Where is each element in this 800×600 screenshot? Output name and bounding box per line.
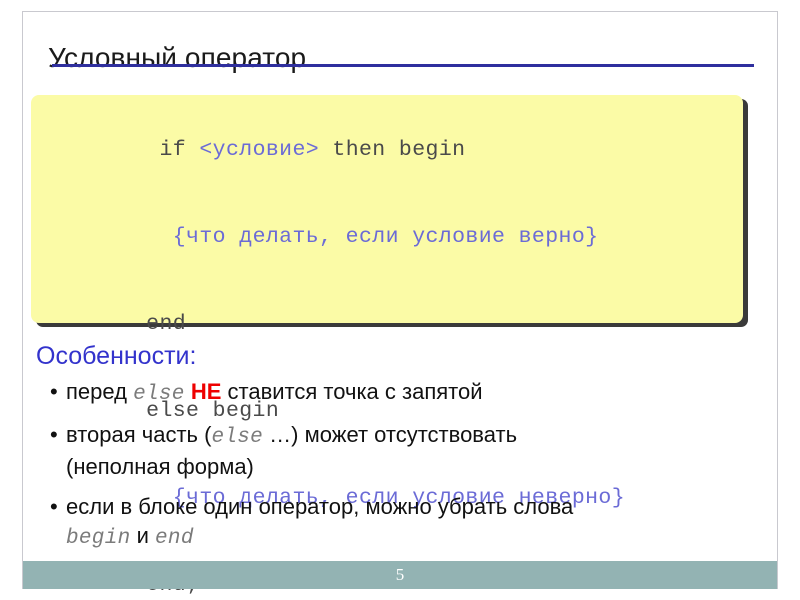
- bullet-text-part2: ставится точка с запятой: [227, 379, 483, 404]
- bullet-emphasis-ne: НЕ: [184, 379, 228, 404]
- code-keyword: if: [159, 138, 200, 162]
- footer-bar: 5: [23, 561, 777, 589]
- list-item: • перед else НЕ ставится точка с запятой: [36, 377, 748, 410]
- list-item: • если в блоке один оператор, можно убрат…: [36, 492, 748, 554]
- slide: Условный оператор if <условие> then begi…: [0, 0, 800, 600]
- bullet-code-end: end: [155, 527, 194, 550]
- page-number: 5: [395, 565, 405, 584]
- code-comment: {что делать, если условие верно}: [172, 225, 599, 249]
- bullet-continuation: (неполная форма): [66, 454, 254, 479]
- page-title: Условный оператор: [48, 41, 307, 73]
- bullet-code-else: else: [133, 383, 185, 406]
- bullet-marker: •: [50, 493, 58, 519]
- bullet-text-part1: если в блоке один оператор, можно убрать…: [66, 493, 574, 519]
- bullet-text-part1: вторая часть (: [66, 421, 212, 447]
- bullet-code-begin: begin: [66, 527, 131, 550]
- bullet-code-else: else: [211, 425, 264, 449]
- title-divider: [52, 64, 754, 67]
- code-line: if <условие> then begin: [31, 107, 743, 194]
- bullet-marker: •: [50, 379, 58, 404]
- bullet-text-part2: …) может отсутствовать: [263, 421, 518, 447]
- code-keyword-tail: then begin: [319, 138, 466, 162]
- features-list: • перед else НЕ ставится точка с запятой …: [36, 377, 748, 564]
- code-line: {что делать, если условие верно}: [31, 194, 743, 281]
- list-item: • вторая часть (else …) может отсутствова…: [36, 420, 748, 482]
- code-block: if <условие> then begin {что делать, есл…: [31, 95, 743, 597]
- code-keyword: end: [146, 312, 187, 336]
- bullet-conjunction: и: [130, 523, 156, 548]
- bullet-continuation: begin и end: [66, 521, 748, 554]
- bullet-text-part1: перед: [66, 379, 134, 404]
- bullet-marker: •: [50, 421, 58, 447]
- features-heading: Особенности:: [36, 342, 197, 370]
- code-placeholder: <условие>: [199, 138, 320, 162]
